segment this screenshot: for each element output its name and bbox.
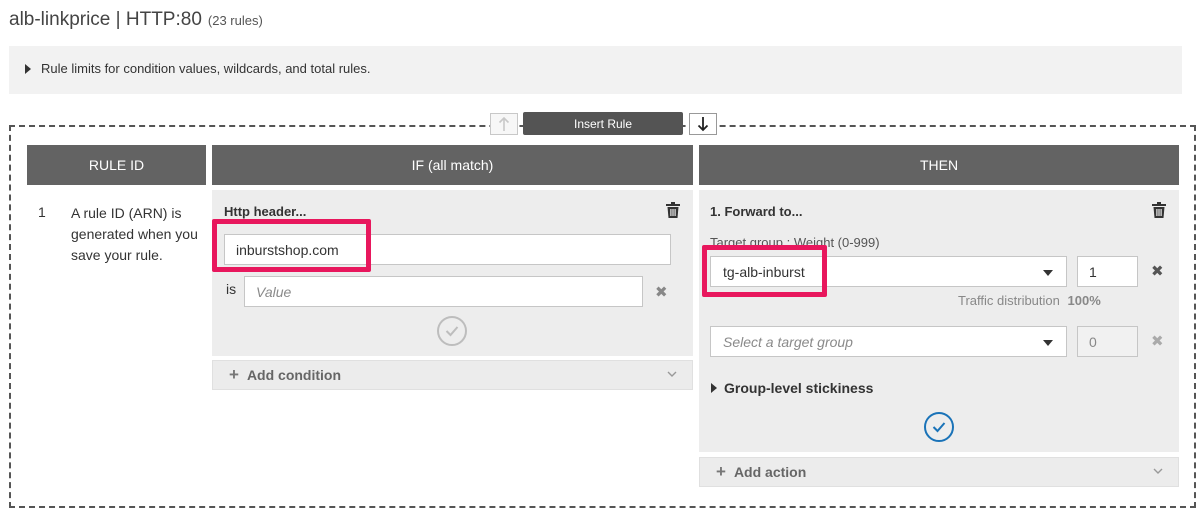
traffic-distribution: Traffic distribution 100% [958, 293, 1101, 308]
rule-number: 1 [38, 204, 46, 220]
arrow-up-icon [498, 116, 510, 131]
column-header-if: IF (all match) [212, 145, 693, 185]
second-weight-input[interactable]: 0 [1077, 326, 1138, 357]
page-title: alb-linkprice | HTTP:80 (23 rules) [9, 9, 263, 31]
add-condition-label: Add condition [246, 367, 342, 383]
column-header-then: THEN [699, 145, 1179, 185]
second-target-group-select[interactable]: Select a target group [710, 326, 1067, 357]
remove-value-icon[interactable]: ✖ [655, 285, 668, 300]
rule-limits-text: Rule limits for condition values, wildca… [41, 61, 371, 76]
add-condition-button[interactable]: + Add condition [212, 360, 693, 390]
target-group-highlight [702, 245, 827, 297]
operator-label: is [226, 281, 237, 297]
add-action-label: Add action [733, 464, 807, 480]
rule-count: (23 rules) [207, 13, 263, 28]
header-name-highlight [212, 219, 371, 272]
trash-icon[interactable] [1152, 202, 1166, 218]
second-target-placeholder: Select a target group [723, 333, 853, 350]
group-stickiness-toggle[interactable]: Group-level stickiness [711, 380, 873, 396]
condition-panel: Http header... inburstshop.com is Value … [212, 190, 693, 356]
insert-rule-button[interactable]: Insert Rule [523, 112, 683, 135]
group-stickiness-label: Group-level stickiness [724, 380, 874, 396]
caret-right-icon [711, 383, 717, 393]
confirm-condition-button[interactable] [437, 316, 467, 346]
remove-second-target-icon[interactable]: ✖ [1151, 334, 1164, 349]
traffic-distribution-label: Traffic distribution [958, 293, 1060, 308]
weight-input[interactable]: 1 [1077, 256, 1138, 287]
plus-icon: + [716, 462, 726, 481]
caret-down-icon [1043, 270, 1053, 276]
action-panel: 1. Forward to... Target group : Weight (… [699, 190, 1179, 452]
trash-icon[interactable] [666, 202, 680, 218]
add-action-button[interactable]: + Add action [699, 457, 1179, 487]
listener-title: alb-linkprice | HTTP:80 [9, 9, 202, 30]
insert-above-button[interactable] [490, 113, 518, 135]
header-value-input[interactable]: Value [244, 276, 643, 307]
condition-title: Http header... [224, 204, 307, 219]
column-header-rule-id: RULE ID [27, 145, 206, 185]
chevron-down-icon [1153, 468, 1163, 474]
caret-right-icon [25, 64, 31, 74]
remove-target-icon[interactable]: ✖ [1151, 264, 1164, 279]
chevron-down-icon [667, 371, 677, 377]
checkmark-icon [445, 326, 459, 337]
arrow-down-icon [697, 117, 709, 132]
value-placeholder: Value [256, 283, 292, 300]
confirm-action-button[interactable] [924, 412, 954, 442]
traffic-distribution-value: 100% [1067, 293, 1101, 308]
checkmark-icon [932, 422, 946, 433]
rule-limits-expander[interactable]: Rule limits for condition values, wildca… [9, 46, 1182, 94]
rule-id-description: A rule ID (ARN) is generated when you sa… [71, 205, 198, 263]
plus-icon: + [229, 365, 239, 384]
caret-down-icon [1043, 340, 1053, 346]
insert-below-button[interactable] [689, 113, 717, 135]
action-title: 1. Forward to... [710, 204, 803, 219]
